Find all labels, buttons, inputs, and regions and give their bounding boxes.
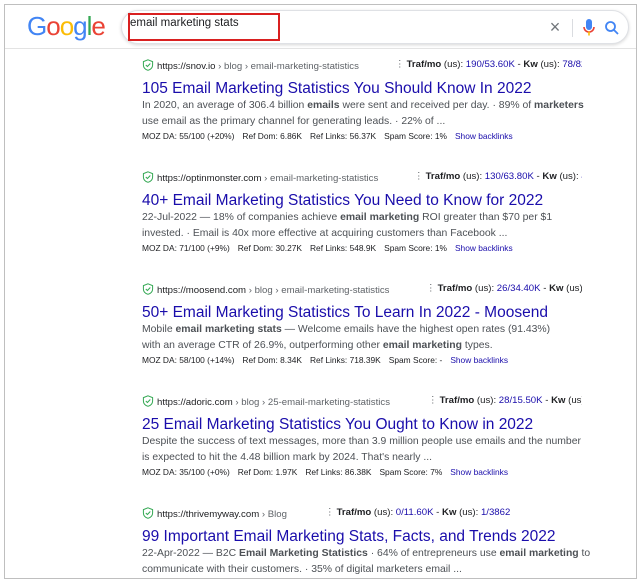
traf-region: (us): <box>474 395 499 406</box>
show-backlinks-link[interactable]: Show backlinks <box>455 131 513 141</box>
kw-sep: - <box>433 507 443 518</box>
kw-sep: - <box>540 283 550 294</box>
kw-value[interactable]: 78/828( <box>562 59 582 70</box>
traf-value[interactable]: 28/15.50K <box>499 395 543 406</box>
verified-check-icon <box>142 283 154 295</box>
result-domain[interactable]: https://optinmonster.com <box>157 173 262 184</box>
traf-label: Traf/mo <box>439 395 475 406</box>
search-box[interactable]: email marketing stats × <box>121 10 629 44</box>
moz-metrics: MOZ DA: 58/100 (+14%) Ref Dom: 8.34K Ref L… <box>142 355 509 365</box>
result-url-line: https://moosend.com › blog › email-marke… <box>142 283 582 297</box>
search-divider <box>572 19 573 37</box>
kw-label: Kw <box>549 283 564 294</box>
result-breadcrumb: › blog › email-marketing-statistics <box>215 61 359 72</box>
moz-metrics: MOZ DA: 55/100 (+20%) Ref Dom: 6.86K Ref L… <box>142 131 513 141</box>
result-breadcrumb: › Blog <box>259 509 287 520</box>
show-backlinks-link[interactable]: Show backlinks <box>455 243 513 253</box>
result-url-line: https://optinmonster.com › email-marketi… <box>142 171 582 185</box>
traf-region: (us): <box>460 171 485 182</box>
kw-region: (us): <box>566 283 582 294</box>
search-result: https://adoric.com › blog › 25-email-mar… <box>142 395 582 478</box>
traffic-stats: ⋮Traf/mo (us): 26/34.40K - Kw (us): 2 <box>426 283 582 294</box>
traffic-stats: ⋮Traf/mo (us): 28/15.50K - Kw (us): 5 <box>428 395 582 406</box>
moz-metrics: MOZ DA: 35/100 (+0%) Ref Dom: 1.97K Ref Li… <box>142 467 509 477</box>
show-backlinks-link[interactable]: Show backlinks <box>450 355 508 365</box>
result-domain[interactable]: https://snov.io <box>157 61 215 72</box>
traf-region: (us): <box>441 59 466 70</box>
kw-label: Kw <box>542 171 557 182</box>
search-input[interactable]: email marketing stats <box>130 17 239 29</box>
traf-label: Traf/mo <box>425 171 461 182</box>
kw-label: Kw <box>442 507 457 518</box>
traf-label: Traf/mo <box>336 507 372 518</box>
traf-region: (us): <box>472 283 497 294</box>
traffic-stats: ⋮ Traf/mo (us): 190/53.60K - Kw (us): 78/… <box>395 59 582 70</box>
result-domain[interactable]: https://thrivemyway.com <box>157 509 259 520</box>
result-breadcrumb: › email-marketing-statistics <box>261 173 379 184</box>
result-snippet-line2: use email as the primary channel for gen… <box>142 116 446 127</box>
result-snippet: 22-Apr-2022 — B2C Email Marketing Statis… <box>142 548 591 559</box>
result-breadcrumb: › blog › email-marketing-statistics <box>246 285 390 296</box>
traf-label: Traf/mo <box>406 59 442 70</box>
result-breadcrumb: › blog › 25-email-marketing-statistics <box>232 397 390 408</box>
verified-check-icon <box>142 171 154 183</box>
search-result: https://snov.io › blog › email-marketing… <box>142 59 584 142</box>
kw-value[interactable]: 1/3862 <box>481 507 510 518</box>
result-snippet-line2: with an average CTR of 26.9%, outperform… <box>142 340 493 351</box>
kw-label: Kw <box>551 395 566 406</box>
result-title-link[interactable]: 99 Important Email Marketing Stats, Fact… <box>142 527 582 546</box>
result-snippet: Despite the success of text messages, mo… <box>142 436 581 447</box>
result-snippet: 22-Jul-2022 — 18% of companies achieve e… <box>142 212 553 223</box>
google-logo[interactable]: Google <box>27 11 106 42</box>
result-title-link[interactable]: 40+ Email Marketing Statistics You Need … <box>142 191 582 210</box>
search-result: https://moosend.com › blog › email-marke… <box>142 283 582 366</box>
kw-region: (us): <box>556 171 582 182</box>
moz-metrics: MOZ DA: 71/100 (+9%) Ref Dom: 30.27K Ref L… <box>142 243 513 253</box>
result-url-line: https://adoric.com › blog › 25-email-mar… <box>142 395 582 409</box>
search-result: https://optinmonster.com › email-marketi… <box>142 171 582 254</box>
search-icon[interactable] <box>604 20 620 36</box>
kw-label: Kw <box>523 59 538 70</box>
result-snippet: Mobile email marketing stats — Welcome e… <box>142 324 551 335</box>
traf-value[interactable]: 26/34.40K <box>497 283 541 294</box>
kw-region: (us): <box>456 507 481 518</box>
kw-sep: - <box>542 395 552 406</box>
search-header: Google email marketing stats × <box>5 5 636 49</box>
browser-frame: Google email marketing stats × https://s… <box>4 4 637 579</box>
result-snippet: In 2020, an average of 306.4 billion ema… <box>142 100 584 111</box>
result-title-link[interactable]: 50+ Email Marketing Statistics To Learn … <box>142 303 582 322</box>
clear-icon[interactable]: × <box>547 18 563 36</box>
search-result: https://thrivemyway.com › Blog ⋮ Traf/mo … <box>142 507 591 578</box>
traf-label: Traf/mo <box>437 283 473 294</box>
traf-value[interactable]: 190/53.60K <box>466 59 515 70</box>
verified-check-icon <box>142 395 154 407</box>
result-snippet-line2: invested. · Email is 40x more effective … <box>142 228 508 239</box>
kw-value[interactable]: 43 <box>581 171 582 182</box>
kw-region: (us): <box>568 395 582 406</box>
result-snippet-line2: communicate with their customers. · 35% … <box>142 564 462 575</box>
kw-region: (us): <box>537 59 563 70</box>
show-backlinks-link[interactable]: Show backlinks <box>450 467 508 477</box>
traf-value[interactable]: 130/63.80K <box>485 171 534 182</box>
result-title-link[interactable]: 25 Email Marketing Statistics You Ought … <box>142 415 582 434</box>
result-domain[interactable]: https://adoric.com <box>157 397 233 408</box>
verified-check-icon <box>142 507 154 519</box>
result-title-link[interactable]: 105 Email Marketing Statistics You Shoul… <box>142 79 582 98</box>
result-url-line: https://snov.io › blog › email-marketing… <box>142 59 582 73</box>
traf-region: (us): <box>371 507 396 518</box>
result-url-line: https://thrivemyway.com › Blog ⋮ Traf/mo … <box>142 507 582 521</box>
result-snippet-line2: is expected to hit the 4.48 billion mark… <box>142 452 433 463</box>
result-domain[interactable]: https://moosend.com <box>157 285 246 296</box>
microphone-icon[interactable] <box>582 19 596 37</box>
traffic-stats: ⋮Traf/mo (us): 130/63.80K - Kw (us): 43 <box>414 171 582 182</box>
traf-value[interactable]: 0/11.60K <box>396 507 434 518</box>
verified-check-icon <box>142 59 154 71</box>
traffic-stats: ⋮ Traf/mo (us): 0/11.60K - Kw (us): 1/386… <box>325 507 511 518</box>
